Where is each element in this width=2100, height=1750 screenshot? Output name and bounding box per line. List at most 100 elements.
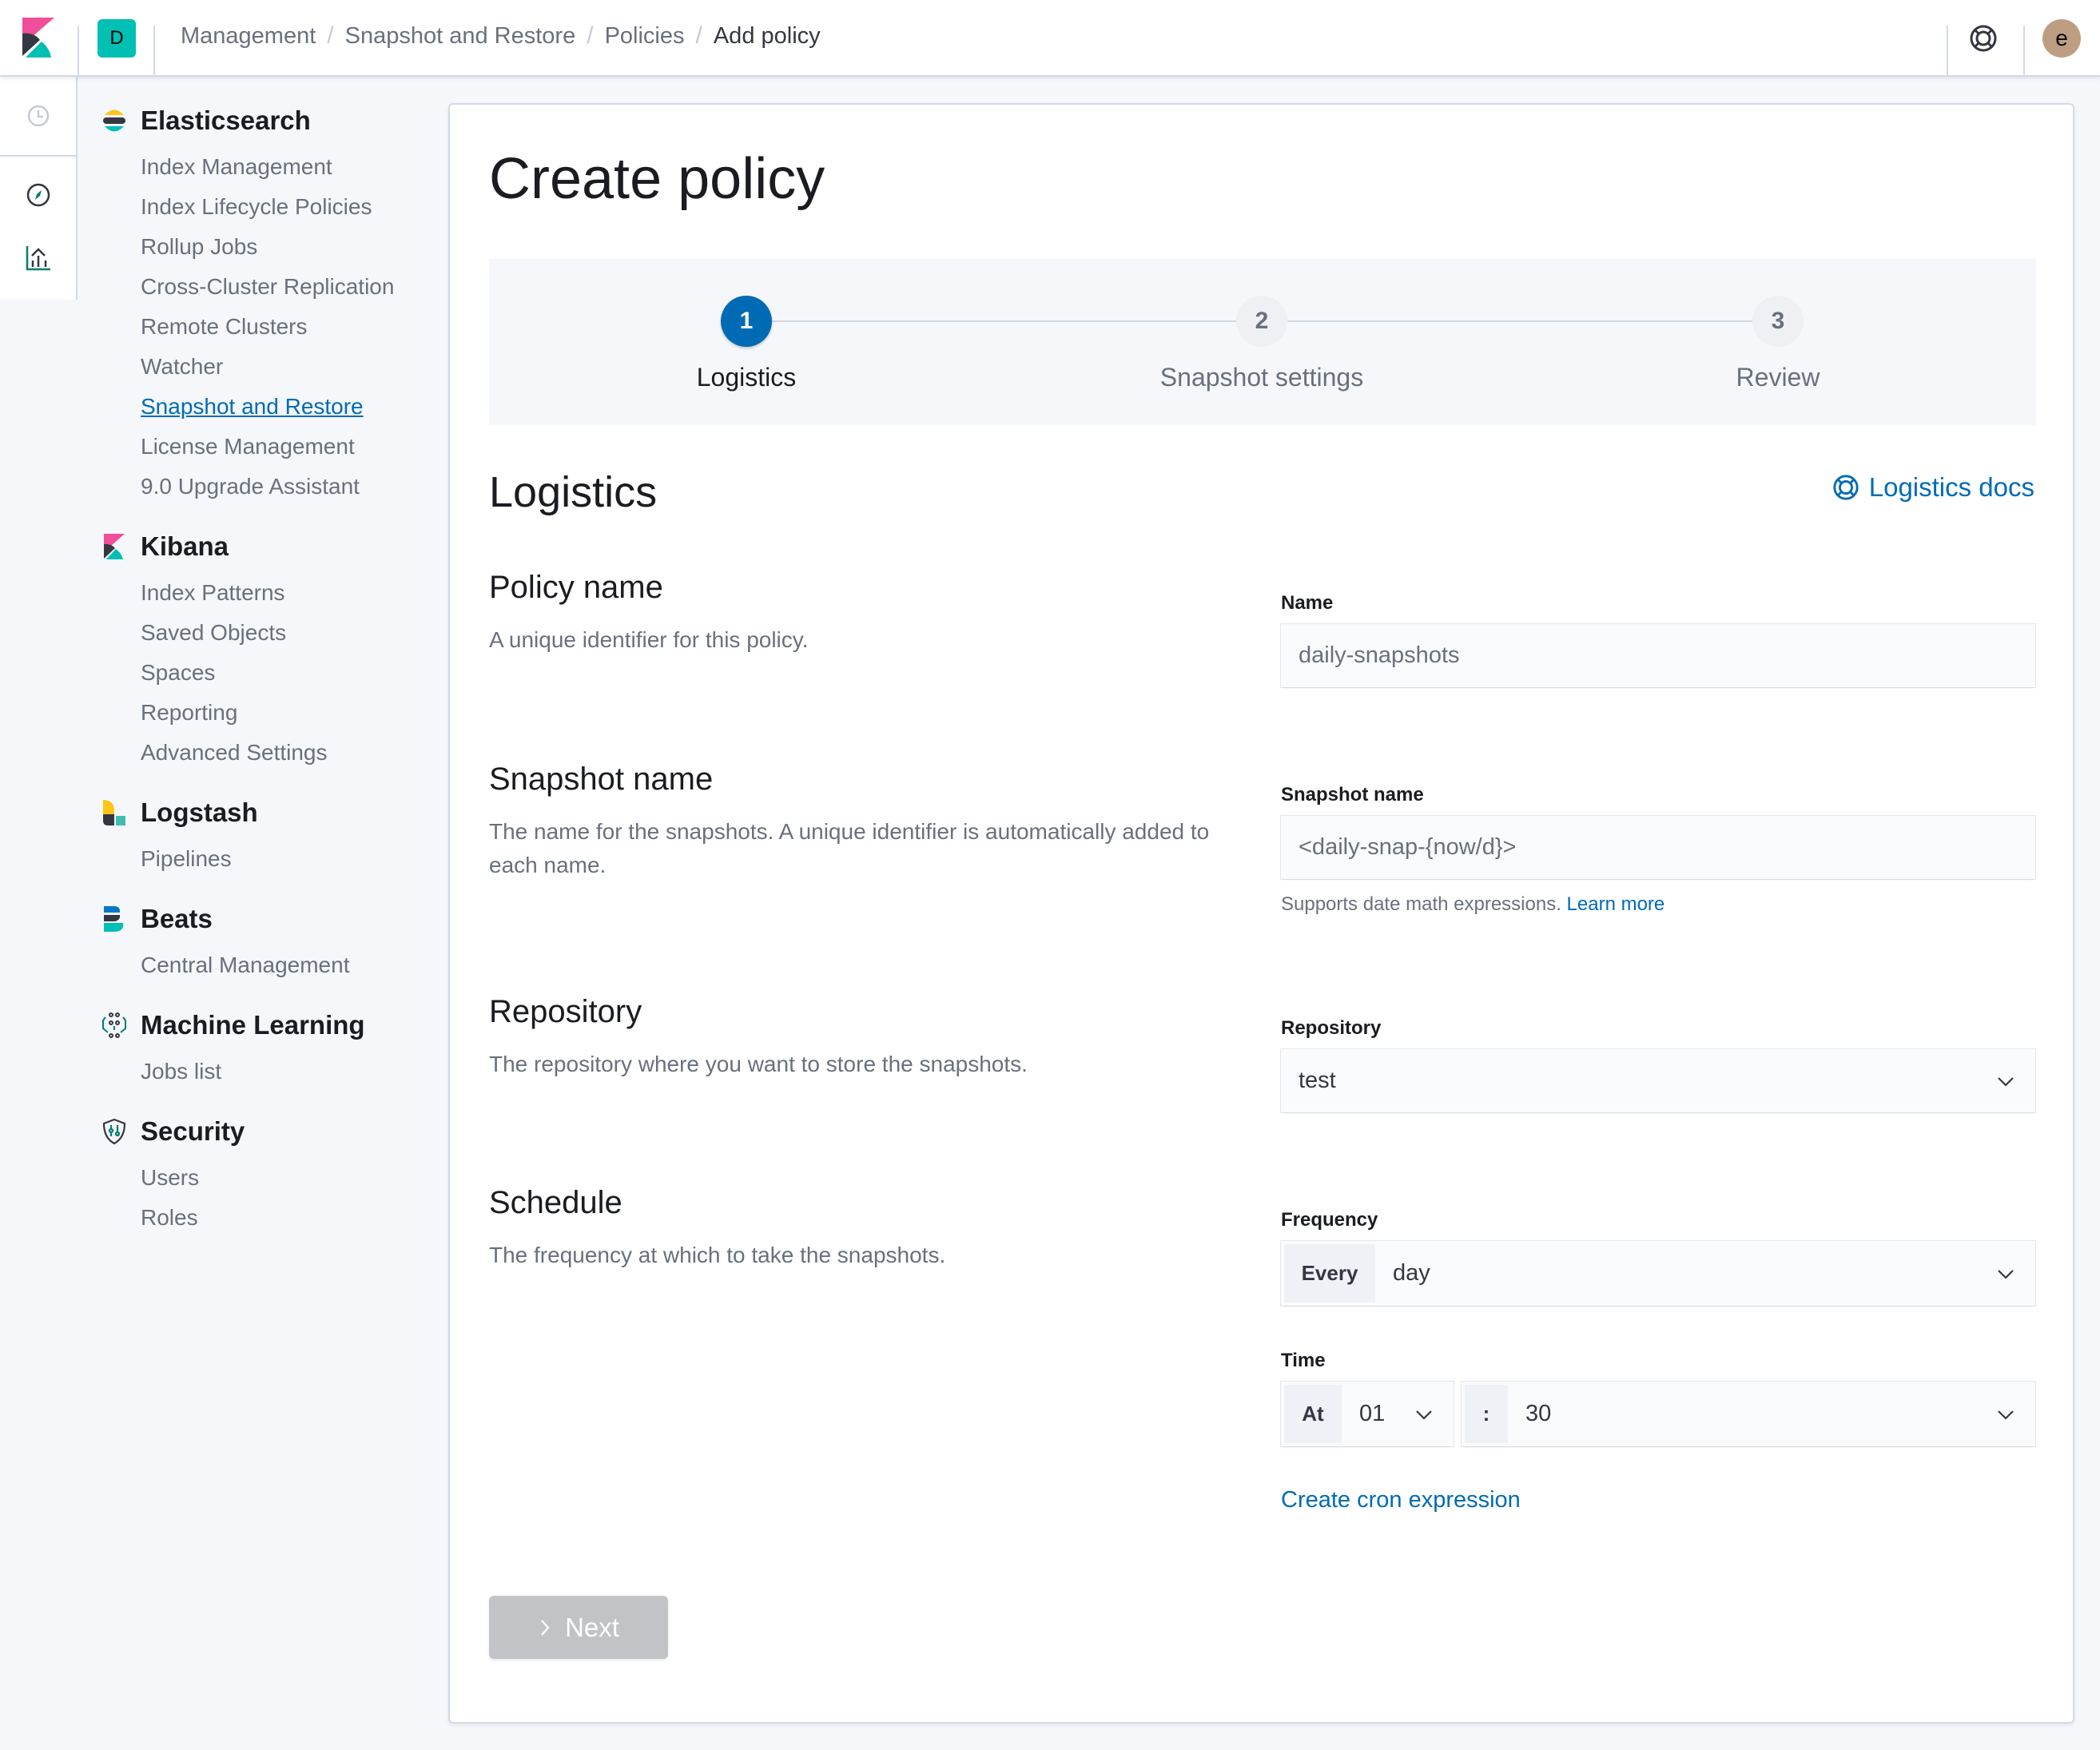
- steps: 1 Logistics 2 Snapshot settings 3 Review: [489, 259, 2036, 425]
- kibana-logo-icon[interactable]: [22, 18, 54, 58]
- repository-heading: Repository: [489, 994, 642, 1029]
- nav-group-beats: Beats Central Management: [100, 901, 436, 985]
- nav-rail: [0, 77, 78, 300]
- nav-item-remote-clusters[interactable]: Remote Clusters: [100, 307, 436, 347]
- nav-group-logstash: Logstash Pipelines: [100, 794, 436, 879]
- nav-group-title: Elasticsearch: [141, 105, 311, 135]
- nav-item-reporting[interactable]: Reporting: [100, 693, 436, 733]
- step-number: 1: [721, 296, 772, 347]
- minute-prepend: :: [1465, 1385, 1508, 1443]
- chevron-down-icon: [1416, 1410, 1432, 1420]
- snapshot-name-field: Snapshot name Supports date math express…: [1281, 784, 2035, 916]
- nav-item-central-management[interactable]: Central Management: [100, 945, 436, 985]
- next-button[interactable]: Next: [489, 1596, 668, 1659]
- policy-name-heading: Policy name: [489, 570, 663, 605]
- elasticsearch-logo-icon: [100, 106, 129, 135]
- frequency-value: day: [1393, 1260, 1430, 1286]
- header-divider: [1947, 26, 1948, 77]
- nav-item-rollup-jobs[interactable]: Rollup Jobs: [100, 227, 436, 267]
- help-text: Supports date math expressions.: [1281, 893, 1561, 915]
- user-avatar[interactable]: e: [2042, 19, 2081, 58]
- breadcrumb-management[interactable]: Management: [181, 23, 316, 50]
- nav-group-elasticsearch: Elasticsearch Index Management Index Lif…: [100, 102, 436, 507]
- repository-label: Repository: [1281, 1017, 1382, 1039]
- chevron-down-icon: [1998, 1269, 2014, 1279]
- frequency-select[interactable]: Every day: [1281, 1241, 2035, 1306]
- snapshot-name-description: Snapshot name The name for the snapshots…: [489, 762, 1232, 882]
- nav-item-watcher[interactable]: Watcher: [100, 347, 436, 387]
- nav-group-machine-learning: Machine Learning Jobs list: [100, 1007, 436, 1092]
- nav-group-kibana: Kibana Index Patterns Saved Objects Spac…: [100, 528, 436, 773]
- help-lifebuoy-icon[interactable]: [1969, 24, 1998, 53]
- nav-item-spaces[interactable]: Spaces: [100, 653, 436, 693]
- discover-compass-icon[interactable]: [22, 179, 54, 211]
- nav-item-index-patterns[interactable]: Index Patterns: [100, 573, 436, 613]
- nav-item-saved-objects[interactable]: Saved Objects: [100, 613, 436, 653]
- nav-item-license-management[interactable]: License Management: [100, 427, 436, 467]
- step-snapshot-settings[interactable]: 2 Snapshot settings: [1102, 296, 1422, 392]
- step-label: Snapshot settings: [1159, 363, 1364, 392]
- nav-item-upgrade-assistant[interactable]: 9.0 Upgrade Assistant: [100, 467, 436, 507]
- next-button-label: Next: [565, 1612, 619, 1642]
- repository-value: test: [1299, 1068, 1336, 1093]
- create-cron-expression-link[interactable]: Create cron expression: [1281, 1487, 1521, 1513]
- side-nav: Elasticsearch Index Management Index Lif…: [100, 102, 436, 1259]
- breadcrumb-policies[interactable]: Policies: [605, 23, 685, 50]
- recently-viewed-clock-icon[interactable]: [22, 100, 54, 132]
- security-shield-icon: [100, 1117, 129, 1146]
- nav-item-advanced-settings[interactable]: Advanced Settings: [100, 733, 436, 773]
- nav-item-index-lifecycle-policies[interactable]: Index Lifecycle Policies: [100, 187, 436, 227]
- nav-item-cross-cluster-replication[interactable]: Cross-Cluster Replication: [100, 267, 436, 307]
- logistics-docs-link[interactable]: Logistics docs: [1832, 472, 2034, 503]
- help-lifebuoy-icon: [1833, 475, 1859, 500]
- hour-select[interactable]: At 01: [1281, 1382, 1454, 1446]
- header-divider: [78, 26, 79, 77]
- nav-item-snapshot-and-restore[interactable]: Snapshot and Restore: [100, 387, 436, 427]
- breadcrumb-separator: /: [587, 22, 594, 49]
- top-header: D Management / Snapshot and Restore / Po…: [0, 0, 2100, 77]
- schedule-description: Schedule The frequency at which to take …: [489, 1185, 1232, 1272]
- policy-name-description: Policy name A unique identifier for this…: [489, 570, 1232, 657]
- repository-select[interactable]: test: [1281, 1049, 2035, 1112]
- learn-more-link[interactable]: Learn more: [1567, 893, 1665, 915]
- visualize-chart-icon[interactable]: [22, 242, 54, 274]
- beats-logo-icon: [100, 905, 129, 933]
- nav-item-roles[interactable]: Roles: [100, 1198, 436, 1238]
- time-label: Time: [1281, 1350, 1326, 1371]
- chevron-down-icon: [1998, 1410, 2014, 1420]
- step-review[interactable]: 3 Review: [1618, 296, 1938, 392]
- minute-value: 30: [1525, 1401, 1552, 1426]
- step-number: 2: [1236, 296, 1287, 347]
- frequency-label: Frequency: [1281, 1209, 1378, 1231]
- breadcrumb-add-policy: Add policy: [713, 22, 821, 49]
- name-input[interactable]: [1299, 642, 2018, 669]
- chevron-right-icon: [541, 1619, 550, 1636]
- breadcrumb-separator: /: [695, 22, 702, 49]
- repository-field: Repository test: [1281, 1017, 2035, 1112]
- nav-group-title: Kibana: [141, 531, 229, 561]
- nav-group-title: Machine Learning: [141, 1010, 365, 1040]
- breadcrumb-snapshot-and-restore[interactable]: Snapshot and Restore: [345, 23, 576, 50]
- repository-text: The repository where you want to store t…: [489, 1052, 1028, 1076]
- hour-value: 01: [1359, 1401, 1386, 1426]
- policy-name-field: Name: [1281, 592, 2035, 687]
- minute-select[interactable]: : 30: [1462, 1382, 2035, 1446]
- nav-group-title: Logstash: [141, 797, 258, 827]
- snapshot-name-text: The name for the snapshots. A unique ide…: [489, 819, 1210, 877]
- step-label: Logistics: [696, 363, 797, 392]
- snapshot-name-help: Supports date math expressions. Learn mo…: [1281, 893, 2035, 916]
- step-logistics[interactable]: 1 Logistics: [587, 296, 906, 392]
- snapshot-name-label: Snapshot name: [1281, 784, 1424, 805]
- nav-group-security: Security Users Roles: [100, 1113, 436, 1238]
- nav-item-pipelines[interactable]: Pipelines: [100, 839, 436, 879]
- nav-item-jobs-list[interactable]: Jobs list: [100, 1052, 436, 1092]
- name-label: Name: [1281, 592, 1334, 614]
- frequency-field: Frequency Every day: [1281, 1209, 2035, 1306]
- time-field: Time At 01 : 30: [1281, 1350, 2035, 1446]
- space-avatar[interactable]: D: [97, 19, 136, 58]
- snapshot-name-input[interactable]: [1299, 834, 2018, 861]
- nav-item-index-management[interactable]: Index Management: [100, 147, 436, 187]
- nav-item-users[interactable]: Users: [100, 1158, 436, 1198]
- logstash-logo-icon: [100, 798, 129, 827]
- chevron-down-icon: [1998, 1076, 2014, 1087]
